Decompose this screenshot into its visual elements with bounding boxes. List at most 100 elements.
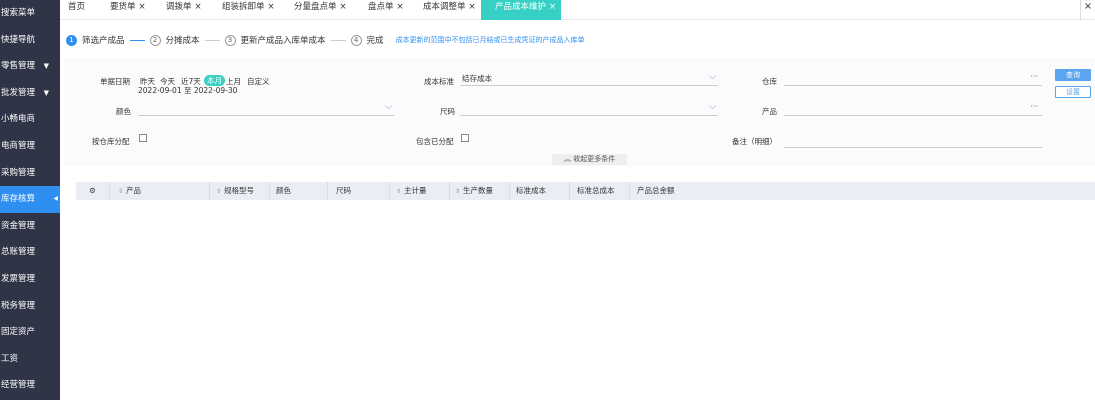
sidebar-item-payroll[interactable]: 工资 (0, 346, 60, 373)
steps-note: 成本更新的范围中不包括已月结或已生成凭证的产成品入库单 (395, 36, 585, 44)
close-icon[interactable]: × (397, 2, 404, 12)
date-option-custom[interactable]: 自定义 (247, 76, 270, 87)
tab-partial-count[interactable]: 分量盘点单 × (294, 0, 347, 20)
chevron-down-icon: ⌵ (709, 102, 716, 112)
column-label: 标准成本 (516, 186, 546, 195)
close-icon[interactable]: × (549, 2, 556, 12)
cost-standard-label: 成本标准 (424, 77, 454, 86)
column-header-product-total-amount[interactable]: 产品总金额 (630, 182, 700, 200)
tab-cost-adjustment[interactable]: 成本调整单 × (423, 0, 476, 20)
step-connector (204, 39, 220, 41)
sidebar-item-tax[interactable]: 税务管理 (0, 293, 60, 320)
sidebar-item-invoice[interactable]: 发票管理 (0, 266, 60, 293)
tab-stocktake[interactable]: 盘点单 × (368, 0, 404, 20)
warehouse-field[interactable]: ··· (784, 72, 1042, 86)
column-label: 生产数量 (463, 186, 494, 195)
settings-button[interactable]: 设置 (1055, 86, 1091, 98)
tab-requisition[interactable]: 要货单 × (110, 0, 146, 20)
sort-icon: ⇕ (118, 188, 124, 195)
close-icon[interactable]: × (195, 2, 202, 12)
caret-left-icon: ◀ (53, 195, 58, 203)
sidebar-item-funds[interactable]: 资金管理 (0, 213, 60, 240)
sidebar-item-operations[interactable]: 经营管理 (0, 372, 60, 399)
chevron-down-icon: ⌵ (709, 72, 716, 82)
column-header-color[interactable]: 颜色 (270, 182, 328, 200)
column-header-standard-cost[interactable]: 标准成本 (510, 182, 570, 200)
column-label: 规格型号 (224, 186, 255, 195)
step-number: 1 (66, 34, 77, 46)
column-header-size[interactable]: 尺码 (328, 182, 390, 200)
close-icon[interactable]: × (268, 2, 275, 12)
sidebar-item-label: 采购管理 (1, 167, 36, 178)
close-icon[interactable]: × (469, 2, 476, 12)
tab-label: 分量盘点单 (294, 2, 337, 12)
close-icon[interactable]: × (139, 2, 146, 12)
color-select[interactable]: ⌵ (138, 102, 394, 116)
column-label: 产品 (126, 186, 142, 195)
tab-transfer[interactable]: 调拨单 × (166, 0, 202, 20)
include-allocated-checkbox[interactable] (461, 134, 469, 142)
ellipsis-icon[interactable]: ··· (1030, 102, 1038, 112)
sidebar-item-inventory-accounting[interactable]: 库存核算 ◀ (0, 186, 60, 213)
step-indicator: 1 筛选产成品 2 分摊成本 3 更新产成品入库单成本 4 完成 成本更新的范围中不包括… (66, 30, 585, 50)
sidebar-item-fixed-assets[interactable]: 固定资产 (0, 319, 60, 346)
tab-label: 盘点单 (368, 2, 394, 12)
cost-standard-select[interactable]: 结存成本 ⌵ (460, 72, 718, 86)
sidebar-item-label: 税务管理 (1, 300, 36, 311)
window-close-icon[interactable]: × (1080, 0, 1095, 20)
sidebar-item-label: 工资 (1, 353, 19, 364)
step-2: 2 分摊成本 (149, 34, 200, 46)
column-header-product[interactable]: ⇕ 产品 (110, 182, 210, 200)
sidebar-item-label: 总账管理 (1, 247, 36, 258)
size-select[interactable]: ⌵ (460, 102, 718, 116)
chevron-down-icon: ⌵ (385, 102, 392, 112)
tab-home[interactable]: 首页 (68, 0, 85, 20)
search-button[interactable]: 查询 (1055, 69, 1091, 81)
sidebar-item-ledger[interactable]: 总账管理 (0, 239, 60, 266)
column-header-production-qty[interactable]: ⇕ 生产数量 (450, 182, 510, 200)
tab-label: 组装拆卸单 (222, 2, 265, 12)
sort-icon: ⇕ (396, 188, 402, 195)
sidebar-item-label: 小畅电商 (1, 114, 36, 125)
step-label: 分摊成本 (165, 36, 200, 46)
column-header-standard-total-cost[interactable]: 标准总成本 (570, 182, 630, 200)
step-label: 筛选产成品 (82, 36, 125, 46)
sidebar-item-label: 快捷导航 (1, 34, 36, 45)
step-1: 1 筛选产成品 (66, 34, 125, 46)
step-label: 完成 (366, 36, 384, 46)
step-label: 更新产成品入库单成本 (240, 36, 326, 46)
close-icon[interactable]: × (340, 2, 347, 12)
sidebar-item-quick-nav[interactable]: 快捷导航 (0, 27, 60, 54)
column-label: 主计量 (404, 186, 427, 195)
collapse-conditions-button[interactable]: ︽ 收起更多条件 (552, 154, 628, 165)
sidebar-item-label: 发票管理 (1, 273, 36, 284)
tab-product-cost-maintenance[interactable]: 产品成本维护 × (481, 0, 561, 20)
chevron-up-icon: ︽ (564, 155, 574, 163)
column-header-spec[interactable]: ⇕ 规格型号 (210, 182, 270, 200)
sidebar-item-purchase[interactable]: 采购管理 (0, 160, 60, 187)
sidebar: 搜索菜单 快捷导航 零售管理 ▼ 批发管理 ▼ 小畅电商 电商管理 采购管理 库存核… (0, 0, 60, 400)
sidebar-item-search[interactable]: 搜索菜单 (0, 0, 60, 27)
column-header-main-unit[interactable]: ⇕ 主计量 (390, 182, 450, 200)
step-connector (129, 39, 145, 41)
sidebar-item-label: 搜索菜单 (1, 8, 36, 18)
sidebar-item-label: 固定资产 (1, 327, 36, 338)
date-range[interactable]: 2022-09-01 至 2022-09-30 (138, 85, 237, 96)
by-warehouse-checkbox[interactable] (139, 134, 147, 142)
tab-assembly[interactable]: 组装拆卸单 × (222, 0, 275, 20)
product-field[interactable]: ··· (784, 102, 1042, 116)
step-number: 4 (350, 34, 362, 46)
ellipsis-icon[interactable]: ··· (1030, 72, 1038, 82)
gear-icon[interactable]: ⚙ (76, 182, 110, 200)
sidebar-item-retail[interactable]: 零售管理 ▼ (0, 53, 60, 80)
note-label: 备注（明细） (732, 137, 777, 146)
size-label: 尺码 (440, 107, 455, 116)
sort-icon: ⇕ (216, 188, 222, 195)
sidebar-item-ecommerce[interactable]: 电商管理 (0, 133, 60, 160)
step-connector (330, 39, 346, 41)
tab-label: 产品成本维护 (495, 2, 547, 12)
sidebar-item-xiaochang-ecommerce[interactable]: 小畅电商 (0, 106, 60, 133)
sidebar-item-wholesale[interactable]: 批发管理 ▼ (0, 80, 60, 107)
note-field[interactable] (784, 136, 1042, 148)
by-warehouse-label: 按仓库分配 (92, 137, 130, 146)
